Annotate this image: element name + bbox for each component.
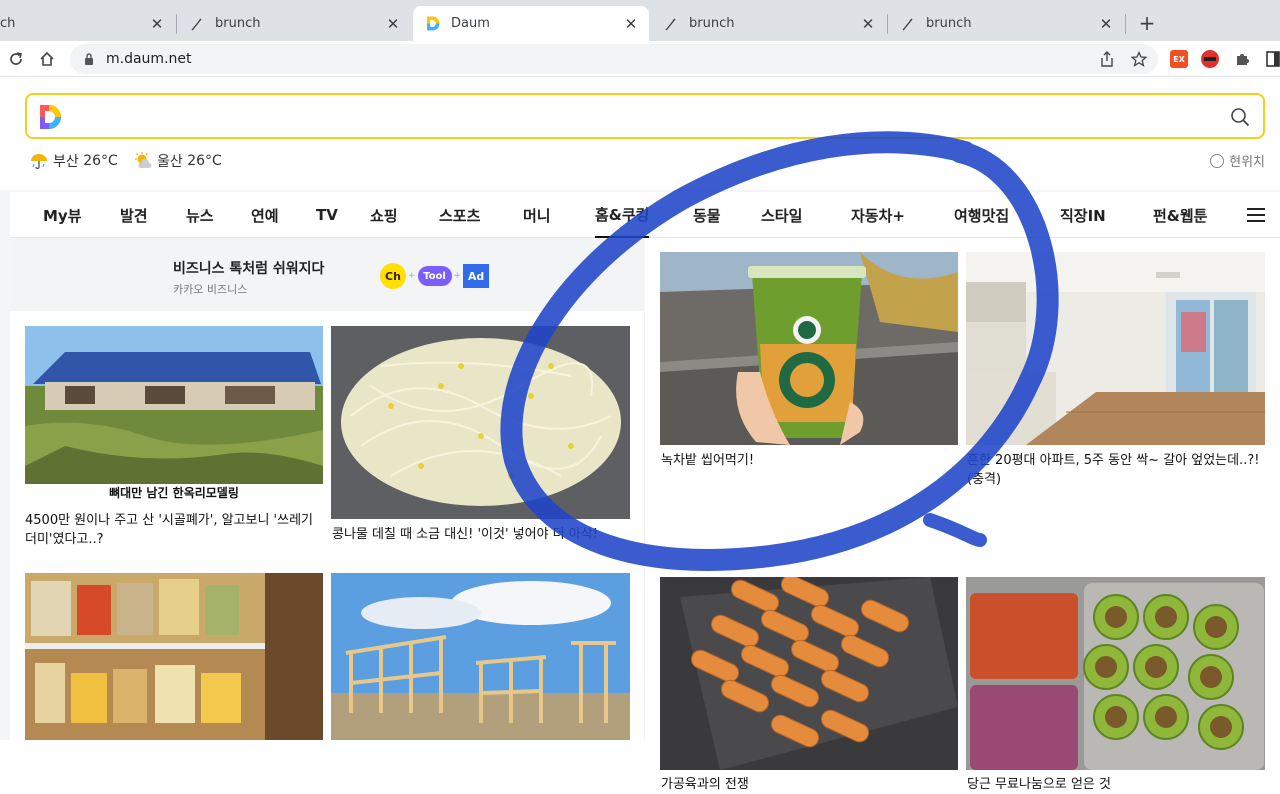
lock-icon — [82, 52, 96, 66]
tab-2[interactable]: brunch ✕ — [177, 6, 411, 41]
nav-item-money[interactable]: 머니 — [523, 192, 551, 238]
weather-ulsan[interactable]: 울산 26°C — [133, 151, 222, 171]
wood-frame-construction-photo[interactable] — [331, 573, 630, 740]
address-bar[interactable]: m.daum.net — [70, 44, 1158, 74]
right-card-column: 녹차밭 씹어먹기! 흔한 20평대 아파트, 5주 동안 싹~ 갈아 엎었는데.… — [645, 238, 1280, 792]
tab-title: brunch — [215, 16, 261, 31]
tab-separator — [1125, 14, 1126, 34]
daum-page: 부산 26°C 울산 26°C 현위치 My뷰 발견 뉴스 연예 TV 쇼핑 스… — [0, 78, 1280, 792]
apartment-room-photo[interactable] — [966, 252, 1265, 445]
nav-item-animal[interactable]: 동물 — [693, 192, 721, 238]
browser-toolbar: m.daum.net EX — [0, 41, 1280, 77]
reload-button[interactable] — [4, 47, 28, 71]
card-caption[interactable]: 녹차밭 씹어먹기! — [661, 451, 959, 470]
nav-item-home-cooking[interactable]: 홈&쿠킹 — [595, 192, 650, 238]
brunch-pen-icon — [900, 16, 916, 32]
tab-title: Daum — [451, 16, 490, 31]
tab-close-icon[interactable]: ✕ — [621, 14, 641, 34]
card-caption[interactable]: 가공육과의 전쟁 — [661, 775, 959, 794]
tab-4[interactable]: brunch ✕ — [651, 6, 886, 41]
nav-item-work[interactable]: 직장IN — [1060, 192, 1106, 238]
plus-glyph: + — [453, 271, 462, 281]
brunch-pen-icon — [189, 16, 205, 32]
share-icon — [1101, 51, 1113, 67]
new-tab-button[interactable]: + — [1136, 11, 1158, 35]
current-location-button[interactable]: 현위치 — [1210, 151, 1265, 170]
matcha-drink-photo[interactable] — [660, 252, 958, 445]
nav-item-entertainment[interactable]: 연예 — [251, 192, 279, 238]
star-icon — [1131, 51, 1147, 67]
nav-item-auto[interactable]: 자동차+ — [851, 192, 905, 238]
ad-title: 비즈니스 톡처럼 쉬워지다 — [173, 261, 325, 277]
puzzle-icon — [1237, 54, 1249, 65]
tab-1[interactable]: ch ✕ — [0, 6, 175, 41]
hamburger-menu-icon[interactable] — [1246, 206, 1266, 224]
category-nav: My뷰 발견 뉴스 연예 TV 쇼핑 스포츠 머니 홈&쿠킹 동물 스타일 자동… — [10, 192, 1280, 238]
nav-item-sports[interactable]: 스포츠 — [439, 192, 480, 238]
card-caption[interactable]: 4500만 원이나 주고 산 '시골폐가', 알고보니 '쓰레기더미'였다고..… — [25, 511, 323, 549]
weather-temp: 26°C — [187, 153, 222, 169]
nav-item-myview[interactable]: My뷰 — [43, 192, 82, 238]
location-label: 현위치 — [1229, 155, 1265, 170]
ad-badge-tool: Tool — [417, 266, 452, 286]
rain-umbrella-icon — [29, 151, 49, 171]
sidepanel-icon — [1266, 51, 1280, 67]
ad-badge-ch: Ch — [380, 263, 406, 289]
tab-title: ch — [0, 16, 16, 31]
reload-icon — [10, 52, 22, 65]
crosshair-icon — [1210, 153, 1225, 168]
plus-glyph: + — [408, 271, 416, 281]
url-text: m.daum.net — [106, 51, 192, 67]
card-caption[interactable]: 흔한 20평대 아파트, 5주 동안 싹~ 갈아 엎었는데..?!(충격) — [967, 451, 1265, 489]
ex-extension-icon[interactable]: EX — [1170, 50, 1188, 68]
search-icon[interactable] — [1229, 106, 1251, 128]
daum-logo-icon — [425, 16, 441, 32]
ad-subtitle: 카카오 비즈니스 — [173, 283, 248, 296]
bookmark-star-button[interactable] — [1127, 47, 1151, 71]
tab-close-icon[interactable]: ✕ — [383, 14, 403, 34]
tab-strip: ch ✕ brunch ✕ Daum ✕ brunch ✕ brunch ✕ + — [0, 0, 1280, 41]
card-caption[interactable]: 당근 무료나눔으로 얻은 것 — [967, 775, 1265, 794]
search-area: 부산 26°C 울산 26°C 현위치 — [0, 78, 1280, 190]
hanok-photo[interactable]: 뼈대만 남긴 한옥리모델링 — [25, 326, 323, 504]
nav-item-news[interactable]: 뉴스 — [186, 192, 214, 238]
grocery-shelf-photo[interactable] — [25, 573, 323, 740]
weather-temp: 26°C — [83, 153, 118, 169]
card-caption[interactable]: 콩나물 데칠 때 소금 대신! '이것' 넣어야 더 아삭! — [332, 525, 630, 544]
sun-cloud-icon — [133, 151, 153, 171]
nav-item-style[interactable]: 스타일 — [761, 192, 802, 238]
red-extension-icon[interactable] — [1201, 50, 1219, 68]
tab-title: brunch — [926, 16, 972, 31]
tab-close-icon[interactable]: ✕ — [1096, 14, 1116, 34]
daum-logo-icon — [40, 105, 61, 129]
nav-item-tv[interactable]: TV — [316, 192, 338, 238]
weather-busan[interactable]: 부산 26°C — [29, 151, 118, 171]
brunch-pen-icon — [663, 16, 679, 32]
tab-5[interactable]: brunch ✕ — [888, 6, 1124, 41]
sausages-grill-photo[interactable] — [660, 577, 958, 770]
tab-3-active[interactable]: Daum ✕ — [413, 6, 649, 41]
tab-close-icon[interactable]: ✕ — [147, 14, 167, 34]
stuffed-zucchini-photo[interactable] — [966, 577, 1265, 770]
nav-item-discover[interactable]: 발견 — [120, 192, 148, 238]
image-overlay-text: 뼈대만 남긴 한옥리모델링 — [109, 486, 239, 500]
home-button[interactable] — [35, 47, 59, 71]
nav-item-fun-webtoon[interactable]: 펀&웹툰 — [1153, 192, 1207, 238]
nav-item-shopping[interactable]: 쇼핑 — [370, 192, 398, 238]
tab-title: brunch — [689, 16, 735, 31]
sidepanel-button[interactable] — [1261, 47, 1280, 71]
tab-close-icon[interactable]: ✕ — [858, 14, 878, 34]
search-box[interactable] — [25, 93, 1265, 139]
share-button[interactable] — [1095, 47, 1119, 71]
home-icon — [40, 51, 54, 66]
weather-city: 울산 — [157, 154, 183, 170]
bean-sprouts-photo[interactable] — [331, 326, 630, 519]
nav-item-travel-food[interactable]: 여행맛집 — [954, 192, 1009, 238]
ad-badge-ad: Ad — [463, 264, 490, 288]
left-card-column: 뼈대만 남긴 한옥리모델링 4500만 원이나 주고 산 '시골폐가', 알고보… — [10, 311, 644, 740]
weather-city: 부산 — [53, 154, 79, 170]
ad-banner[interactable]: 비즈니스 톡처럼 쉬워지다 카카오 비즈니스 Ch + Tool + Ad — [10, 238, 644, 311]
ad-badges: Ch + Tool + Ad — [380, 262, 490, 290]
extensions-puzzle-button[interactable] — [1230, 47, 1254, 71]
